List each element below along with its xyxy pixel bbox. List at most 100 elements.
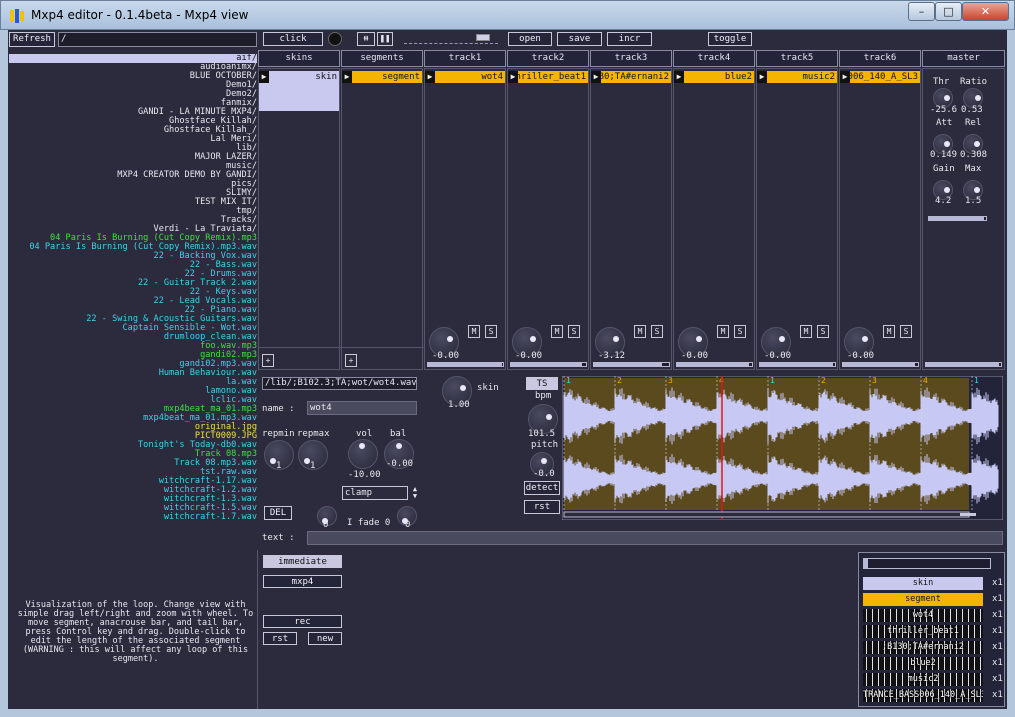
track-level-slider[interactable]	[510, 362, 587, 367]
folder-item[interactable]: Demo1/	[9, 81, 257, 90]
transport-slider[interactable]	[404, 34, 498, 46]
track-loop-item[interactable]: ▶ B0;TA#ernani2	[591, 71, 671, 83]
mxp4-button[interactable]: mxp4	[263, 575, 342, 588]
legend-item[interactable]: ;B130;TA#ernani2	[863, 641, 983, 654]
text-input[interactable]	[307, 531, 1003, 545]
open-button[interactable]: open	[508, 32, 552, 46]
track-loop-item[interactable]: ▶ 006_140_A_SL3	[840, 71, 920, 83]
transport-slider-thumb[interactable]	[476, 34, 490, 41]
play-icon[interactable]: ▶	[840, 71, 850, 83]
close-button[interactable]: ✕	[962, 2, 1009, 21]
detect-button[interactable]: detect	[524, 481, 560, 495]
waveform-view[interactable]: 123412341	[562, 376, 1003, 520]
play-icon[interactable]: ▶	[342, 71, 352, 83]
folder-item[interactable]: TEST MIX IT/	[9, 198, 257, 207]
folder-item[interactable]: Demo2/	[9, 90, 257, 99]
file-item[interactable]: Human Behaviour.wav	[9, 369, 257, 378]
repmin-value: 1	[276, 461, 282, 471]
rec-button[interactable]: rec	[263, 615, 342, 628]
clamp-select[interactable]: clamp	[342, 486, 408, 500]
folder-item[interactable]: pics/	[9, 180, 257, 189]
folder-item[interactable]: BLUE OCTOBER/	[9, 72, 257, 81]
play-icon[interactable]: ▶	[674, 71, 684, 83]
track-loop-item[interactable]: ▶ thriller_beat1	[508, 71, 588, 83]
mute-button[interactable]: M	[883, 325, 895, 338]
folder-item[interactable]: tmp/	[9, 207, 257, 216]
loop-toggle-icon[interactable]: ⧻	[357, 32, 375, 46]
solo-button[interactable]: S	[734, 325, 746, 338]
pause-icon[interactable]: ❚❚	[377, 32, 393, 46]
skin-item[interactable]: ▶ skin	[259, 71, 339, 111]
track-header-1[interactable]: track1	[424, 50, 506, 67]
track-level-slider[interactable]	[759, 362, 836, 367]
legend-item[interactable]: segment	[863, 593, 983, 606]
play-icon[interactable]: ▶	[508, 71, 518, 83]
legend-item[interactable]: wot4	[863, 609, 983, 622]
legend-progress[interactable]	[863, 558, 991, 569]
name-input[interactable]: wot4	[307, 401, 417, 415]
refresh-button[interactable]: Refresh	[9, 32, 55, 47]
save-button[interactable]: save	[557, 32, 602, 46]
master-volume-slider[interactable]	[925, 362, 1002, 367]
toggle-button[interactable]: toggle	[708, 32, 752, 46]
solo-button[interactable]: S	[568, 325, 580, 338]
vol-knob[interactable]	[348, 439, 378, 469]
track-loop-item[interactable]: ▶ blue2	[674, 71, 754, 83]
help-text: Visualization of the loop. Change view w…	[17, 600, 254, 664]
mute-button[interactable]: M	[634, 325, 646, 338]
folder-item[interactable]: MAJOR LAZER/	[9, 153, 257, 162]
track-level-slider[interactable]	[593, 362, 670, 367]
add-segment-button[interactable]: +	[345, 354, 357, 367]
add-skin-button[interactable]: +	[262, 354, 274, 367]
legend-panel: skin x1 segment x1 wot4 x1 thriller_beat1 x1 ;B1…	[858, 552, 1005, 707]
ts-button[interactable]: TS	[526, 377, 558, 390]
play-icon[interactable]: ▶	[425, 71, 435, 83]
track-header-3[interactable]: track3	[590, 50, 672, 67]
new-button[interactable]: new	[308, 632, 342, 645]
segment-item[interactable]: ▶ segment	[342, 71, 422, 83]
loop-path-field[interactable]: /lib/;B102.3;TA;wot/wot4.wav	[262, 377, 417, 390]
clamp-spinner-icon[interactable]: ▲ ▼	[410, 486, 420, 500]
record-led-icon[interactable]	[328, 32, 342, 46]
legend-item[interactable]: skin	[863, 577, 983, 590]
master-level-slider[interactable]	[928, 216, 987, 221]
solo-button[interactable]: S	[485, 325, 497, 338]
delete-button[interactable]: DEL	[264, 506, 292, 520]
track-volume-value: -0.00	[847, 351, 875, 361]
solo-button[interactable]: S	[900, 325, 912, 338]
incr-button[interactable]: incr	[607, 32, 652, 46]
legend-count: x1	[992, 690, 1003, 700]
track-level-slider[interactable]	[427, 362, 504, 367]
path-input[interactable]: /	[58, 32, 257, 47]
legend-item[interactable]: blue2	[863, 657, 983, 670]
click-button[interactable]: click	[263, 32, 323, 46]
track-loop-item[interactable]: ▶ wot4	[425, 71, 505, 83]
legend-item[interactable]: music2	[863, 673, 983, 686]
minimize-button[interactable]: –	[908, 2, 935, 21]
immediate-button[interactable]: immediate	[263, 555, 342, 568]
mute-button[interactable]: M	[551, 325, 563, 338]
play-icon[interactable]: ▶	[591, 71, 601, 83]
folder-item[interactable]: MXP4 CREATOR DEMO BY GANDI/	[9, 171, 257, 180]
mute-button[interactable]: M	[468, 325, 480, 338]
legend-item[interactable]: TRANCE_BASS006_140_A_SL3	[863, 689, 983, 702]
file-item[interactable]: witchcraft-1.7.wav	[9, 513, 257, 522]
rst-button[interactable]: rst	[263, 632, 297, 645]
track-loop-item[interactable]: ▶ music2	[757, 71, 837, 83]
solo-button[interactable]: S	[817, 325, 829, 338]
track-header-6[interactable]: track6	[839, 50, 921, 67]
maximize-button[interactable]: □	[935, 2, 962, 21]
track-level-slider[interactable]	[676, 362, 753, 367]
legend-item[interactable]: thriller_beat1	[863, 625, 983, 638]
track-level-slider[interactable]	[842, 362, 919, 367]
folder-item[interactable]: Lal Meri/	[9, 135, 257, 144]
track-header-5[interactable]: track5	[756, 50, 838, 67]
track-header-4[interactable]: track4	[673, 50, 755, 67]
play-icon[interactable]: ▶	[259, 71, 269, 83]
mute-button[interactable]: M	[800, 325, 812, 338]
mute-button[interactable]: M	[717, 325, 729, 338]
play-icon[interactable]: ▶	[757, 71, 767, 83]
track-header-2[interactable]: track2	[507, 50, 589, 67]
solo-button[interactable]: S	[651, 325, 663, 338]
reset-button[interactable]: rst	[524, 500, 560, 514]
